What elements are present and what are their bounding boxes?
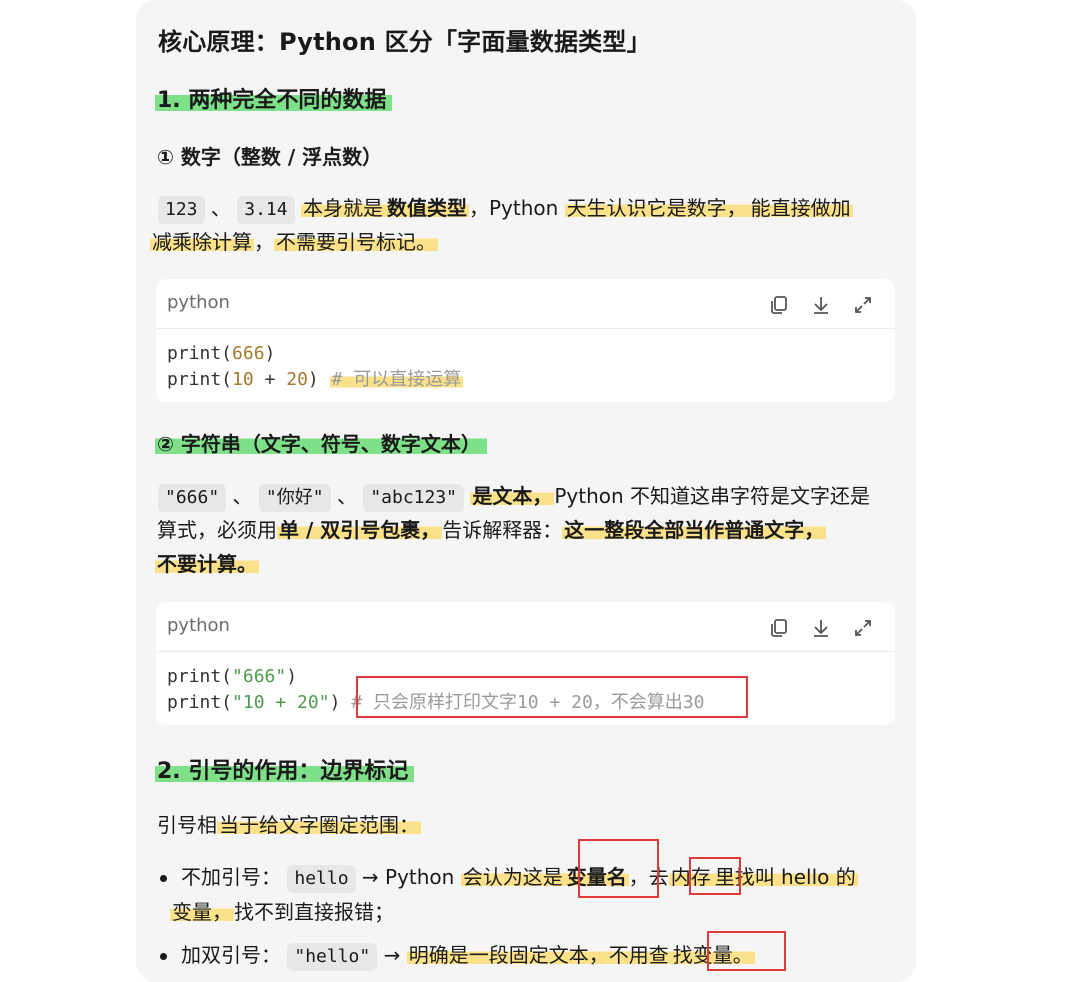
copy-icon[interactable] xyxy=(765,291,793,319)
paragraph-numbers: 123 、 3.14 本身就是 数值类型 ，Python 天生认识它是数字， 能直接做… xyxy=(158,191,853,225)
page-title: 核心原理：Python 区分「字面量数据类型」 xyxy=(158,28,651,56)
code-block-numbers: python print(666) print(10 + 20) # 可以直接运… xyxy=(156,279,895,402)
code-block-header: python xyxy=(156,279,895,329)
code-block-header: python xyxy=(156,602,895,652)
list-item-double-quotes: 加双引号： "hello" → 明确是一段固定文本，不用查 找变量。 xyxy=(181,938,755,972)
annotation-box-memory xyxy=(689,857,741,895)
code-line-1: print(666) xyxy=(167,343,276,364)
subheading-strings: ② 字符串（文字、符号、数字文本） xyxy=(155,428,487,457)
list-item-no-quotes-line2: 变量， 找不到直接报错； xyxy=(170,900,394,924)
code-toolbar xyxy=(765,614,877,642)
code-language-label: python xyxy=(167,615,230,636)
paragraph-numbers-line2: 减乘除计算，不需要引号标记。 xyxy=(150,230,438,254)
inline-code-abc123: "abc123" xyxy=(363,484,465,512)
inline-code-666: "666" xyxy=(158,484,227,512)
paragraph-strings-line2: 算式，必须用单 / 双引号包裹， 告诉解释器： 这一整段全部当作普通文字， xyxy=(157,518,827,542)
copy-icon[interactable] xyxy=(765,614,793,642)
inline-code-hello-quoted: "hello" xyxy=(287,943,378,971)
annotation-box-find-variable xyxy=(707,931,786,971)
bullet-dot xyxy=(160,875,167,882)
expand-icon[interactable] xyxy=(849,614,877,642)
section-heading-1: 1. 两种完全不同的数据 xyxy=(155,82,393,114)
section-heading-2: 2. 引号的作用：边界标记 xyxy=(155,753,415,785)
code-content: print(666) print(10 + 20) # 可以直接运算 xyxy=(156,329,895,405)
download-icon[interactable] xyxy=(807,291,835,319)
code-language-label: python xyxy=(167,292,230,313)
subheading-numbers: ① 数字（整数 / 浮点数） xyxy=(157,145,383,169)
annotation-box-variable-name xyxy=(578,839,659,898)
annotation-box-comment xyxy=(356,676,748,718)
code-line-2: print(10 + 20) # 可以直接运算 xyxy=(167,369,464,390)
paragraph-strings-line3: 不要计算。 xyxy=(155,552,259,576)
paragraph-quotes-intro: 引号相 当于给文字圈定范围： xyxy=(157,813,421,837)
list-item-no-quotes: 不加引号： hello → Python 会认为这是 变量名 ，去 内存 里找叫 hel… xyxy=(181,860,858,894)
code-toolbar xyxy=(765,291,877,319)
paragraph-strings: "666" 、 "你好" 、 "abc123" 是文本， Python 不知道这串… xyxy=(158,479,870,513)
inline-code-hello: hello xyxy=(287,865,356,893)
expand-icon[interactable] xyxy=(849,291,877,319)
bullet-dot xyxy=(160,953,167,960)
inline-code-3-14: 3.14 xyxy=(237,196,295,224)
inline-code-123: 123 xyxy=(158,196,205,224)
inline-code-nihao: "你好" xyxy=(258,484,331,512)
download-icon[interactable] xyxy=(807,614,835,642)
